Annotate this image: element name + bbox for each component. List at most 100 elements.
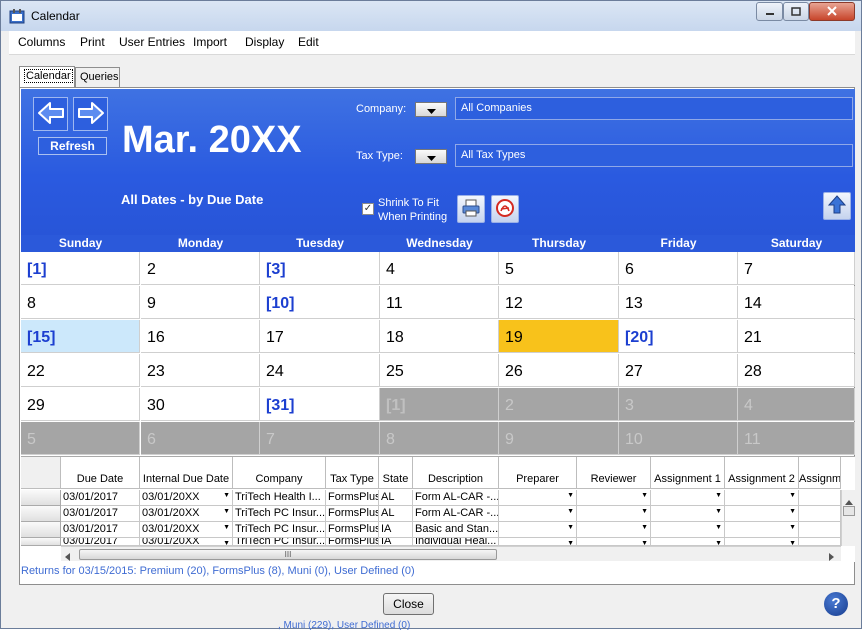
calendar-day-cell[interactable]: 27 (619, 354, 738, 387)
minimize-button[interactable] (756, 2, 783, 21)
table-cell[interactable]: FormsPlus (326, 506, 379, 522)
calendar-day-cell[interactable]: 13 (619, 286, 738, 319)
table-cell[interactable]: 03/01/2017 (61, 506, 140, 522)
table-cell[interactable]: IA (379, 522, 413, 538)
table-cell[interactable]: TriTech PC Insur... (233, 506, 326, 522)
calendar-day-cell[interactable]: 9 (141, 286, 260, 319)
calendar-day-cell[interactable]: 18 (380, 320, 499, 353)
tax-type-field[interactable]: All Tax Types (455, 144, 853, 167)
shrink-to-fit-checkbox[interactable]: ✓ (362, 203, 374, 215)
calendar-day-cell[interactable]: 3 (619, 388, 738, 421)
table-cell[interactable]: TriTech PC Insur... (233, 522, 326, 538)
vertical-scroll-thumb[interactable] (843, 506, 855, 516)
company-field[interactable]: All Companies (455, 97, 853, 120)
calendar-day-cell[interactable]: 28 (738, 354, 855, 387)
table-cell[interactable] (651, 506, 725, 522)
calendar-day-cell[interactable]: 4 (380, 252, 499, 285)
table-cell[interactable]: 03/01/20XX (140, 538, 233, 546)
calendar-day-cell[interactable]: 2 (141, 252, 260, 285)
table-cell[interactable]: 03/01/20XX (140, 490, 233, 506)
column-header[interactable]: State (379, 457, 413, 489)
column-header[interactable]: Company (233, 457, 326, 489)
column-header[interactable]: Reviewer (577, 457, 651, 489)
calendar-day-cell[interactable]: 29 (21, 388, 140, 421)
table-cell[interactable]: 03/01/2017 (61, 538, 140, 546)
table-cell[interactable]: IA (379, 538, 413, 546)
row-header[interactable] (21, 522, 61, 538)
column-header[interactable]: Assignm (799, 457, 841, 489)
tab-calendar[interactable]: Calendar (19, 66, 75, 87)
refresh-button[interactable]: Refresh (38, 137, 107, 155)
table-cell[interactable] (725, 506, 799, 522)
column-header[interactable]: Tax Type (326, 457, 379, 489)
column-header[interactable]: Assignment 2 (725, 457, 799, 489)
table-cell[interactable] (725, 538, 799, 546)
calendar-day-cell[interactable]: 26 (499, 354, 619, 387)
calendar-day-cell[interactable]: 24 (260, 354, 380, 387)
calendar-day-cell[interactable]: 22 (21, 354, 140, 387)
table-cell[interactable] (651, 538, 725, 546)
table-cell[interactable] (799, 522, 841, 538)
calendar-day-cell[interactable]: 6 (619, 252, 738, 285)
table-cell[interactable] (799, 538, 841, 546)
row-header[interactable] (21, 490, 61, 506)
table-cell[interactable]: FormsPlus (326, 522, 379, 538)
horizontal-scroll-thumb[interactable]: III (79, 549, 497, 560)
next-month-button[interactable] (73, 97, 108, 131)
calendar-day-cell[interactable]: 8 (21, 286, 140, 319)
calendar-day-cell[interactable]: 14 (738, 286, 855, 319)
calendar-day-cell[interactable]: 10 (619, 422, 738, 455)
column-header[interactable]: Due Date (61, 457, 140, 489)
row-header[interactable] (21, 506, 61, 522)
vertical-scrollbar[interactable] (841, 490, 855, 546)
table-cell[interactable]: AL (379, 506, 413, 522)
prev-month-button[interactable] (33, 97, 68, 131)
table-cell[interactable]: FormsPlus (326, 490, 379, 506)
table-cell[interactable]: AL (379, 490, 413, 506)
pdf-button[interactable] (491, 195, 519, 223)
table-cell[interactable] (651, 522, 725, 538)
table-cell[interactable]: TriTech PC Insur... (233, 538, 326, 546)
calendar-day-cell[interactable]: 16 (141, 320, 260, 353)
table-cell[interactable]: 03/01/20XX (140, 506, 233, 522)
table-cell[interactable]: 03/01/20XX (140, 522, 233, 538)
table-cell[interactable] (577, 538, 651, 546)
calendar-day-cell[interactable]: 5 (499, 252, 619, 285)
calendar-day-cell[interactable]: 17 (260, 320, 380, 353)
table-cell[interactable]: 03/01/2017 (61, 490, 140, 506)
calendar-day-cell[interactable]: [31] (260, 388, 380, 421)
calendar-day-cell[interactable]: [3] (260, 252, 380, 285)
table-cell[interactable] (799, 490, 841, 506)
calendar-day-cell[interactable]: 9 (499, 422, 619, 455)
table-cell[interactable]: Form AL-CAR -... (413, 506, 499, 522)
calendar-day-cell[interactable]: 23 (141, 354, 260, 387)
calendar-day-cell[interactable]: 2 (499, 388, 619, 421)
calendar-day-cell[interactable]: 4 (738, 388, 855, 421)
calendar-day-cell[interactable]: [15] (21, 320, 140, 353)
column-header[interactable]: Description (413, 457, 499, 489)
table-cell[interactable] (577, 490, 651, 506)
help-button[interactable]: ? (824, 592, 848, 616)
column-header[interactable]: Internal Due Date (140, 457, 233, 489)
calendar-day-cell[interactable]: [1] (380, 388, 499, 421)
menu-columns[interactable]: Columns (18, 35, 65, 49)
table-cell[interactable] (499, 490, 577, 506)
column-header[interactable]: Preparer (499, 457, 577, 489)
close-button[interactable]: Close (383, 593, 434, 615)
menu-user-entries[interactable]: User Entries (119, 35, 185, 49)
calendar-day-cell[interactable]: 11 (738, 422, 855, 455)
calendar-day-cell[interactable]: 7 (260, 422, 380, 455)
scroll-top-button[interactable] (823, 192, 851, 220)
calendar-day-cell[interactable]: 6 (141, 422, 260, 455)
horizontal-scrollbar[interactable]: III (61, 546, 841, 561)
print-button[interactable] (457, 195, 485, 223)
table-cell[interactable] (651, 490, 725, 506)
table-cell[interactable]: FormsPlus (326, 538, 379, 546)
maximize-button[interactable] (783, 2, 809, 21)
table-cell[interactable]: 03/01/2017 (61, 522, 140, 538)
tab-queries[interactable]: Queries (75, 67, 120, 87)
menu-print[interactable]: Print (80, 35, 105, 49)
row-header[interactable] (21, 538, 61, 546)
table-cell[interactable] (499, 538, 577, 546)
table-cell[interactable]: Basic and Stan... (413, 522, 499, 538)
